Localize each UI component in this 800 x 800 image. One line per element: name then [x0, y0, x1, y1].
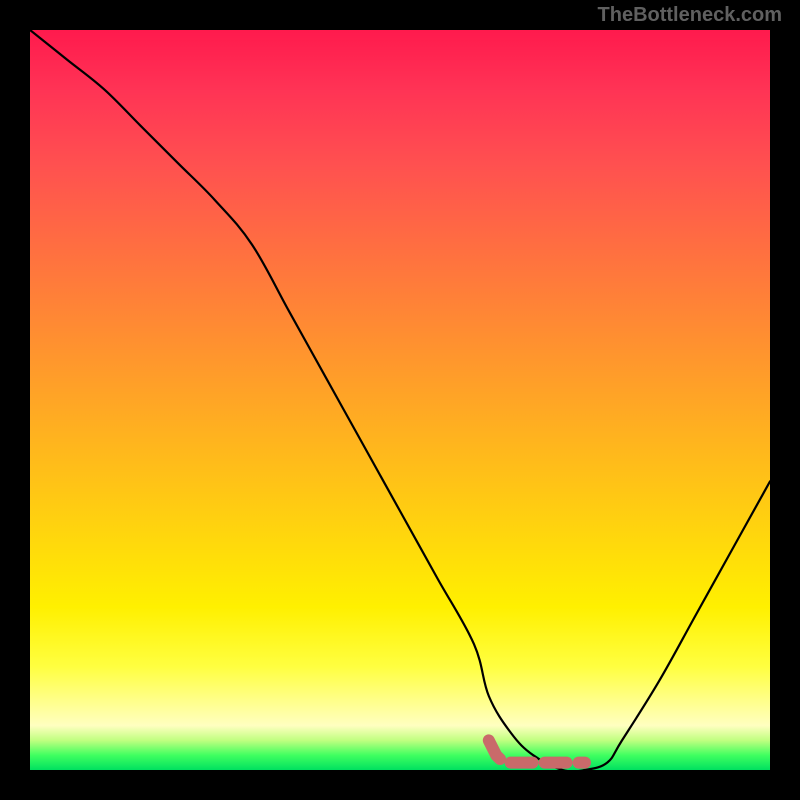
chart-svg	[30, 30, 770, 770]
optimal-marker-line	[489, 740, 585, 762]
chart-plot-area	[30, 30, 770, 770]
bottleneck-curve-line	[30, 30, 770, 770]
watermark-text: TheBottleneck.com	[598, 4, 782, 27]
